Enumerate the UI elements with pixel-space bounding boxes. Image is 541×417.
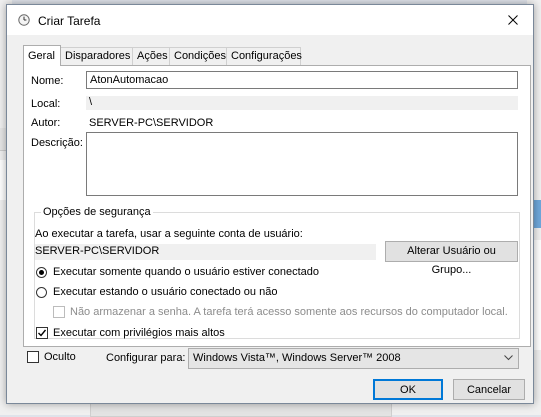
security-group-title: Opções de segurança xyxy=(41,206,153,218)
close-icon xyxy=(508,15,518,25)
location-value-field: \ xyxy=(86,96,518,110)
description-textarea[interactable] xyxy=(86,132,518,196)
no-store-password-label: Não armazenar a senha. A tarefa terá ace… xyxy=(70,306,508,318)
create-task-dialog: Criar Tarefa Geral Disparadores Ações Co… xyxy=(6,4,534,404)
title-bar: Criar Tarefa xyxy=(7,5,533,35)
account-prompt: Ao executar a tarefa, usar a seguinte co… xyxy=(35,228,303,240)
ok-button[interactable]: OK xyxy=(373,379,443,400)
account-value-field: SERVER-PC\SERVIDOR xyxy=(35,244,376,260)
run-any-radio[interactable] xyxy=(36,287,47,298)
tab-condicoes[interactable]: Condições xyxy=(169,47,227,65)
configure-for-label: Configurar para: xyxy=(106,352,186,364)
location-value: \ xyxy=(89,96,93,108)
highest-privileges-label[interactable]: Executar com privilégios mais altos xyxy=(53,327,225,339)
tab-acoes[interactable]: Ações xyxy=(132,47,170,65)
highest-privileges-checkbox[interactable] xyxy=(36,327,48,339)
tab-configuracoes[interactable]: Configurações xyxy=(226,47,302,65)
tab-disparadores[interactable]: Disparadores xyxy=(60,47,133,65)
cancel-button[interactable]: Cancelar xyxy=(453,379,525,400)
hidden-label[interactable]: Oculto xyxy=(44,351,76,363)
change-user-button[interactable]: Alterar Usuário ou Grupo... xyxy=(385,241,518,276)
account-value: SERVER-PC\SERVIDOR xyxy=(35,245,160,257)
dialog-title: Criar Tarefa xyxy=(38,14,101,28)
configure-for-value: Windows Vista™, Windows Server™ 2008 xyxy=(193,352,401,364)
configure-for-dropdown[interactable]: Windows Vista™, Windows Server™ 2008 xyxy=(188,348,519,369)
clock-icon xyxy=(18,14,30,26)
author-value: SERVER-PC\SERVIDOR xyxy=(89,117,214,129)
description-label: Descrição: xyxy=(31,137,83,149)
name-input[interactable]: AtonAutomacao xyxy=(86,71,518,89)
checkmark-icon xyxy=(38,329,46,337)
run-logged-on-radio[interactable] xyxy=(36,267,47,278)
location-label: Local: xyxy=(31,98,61,110)
run-any-label[interactable]: Executar estando o usuário conectado ou … xyxy=(53,286,277,298)
run-logged-on-label[interactable]: Executar somente quando o usuário estive… xyxy=(53,266,319,278)
general-tab-panel: Nome: AtonAutomacao Local: \ Autor: SERV… xyxy=(23,65,531,347)
chevron-down-icon xyxy=(504,355,513,361)
close-button[interactable] xyxy=(493,5,533,35)
name-label: Nome: xyxy=(31,75,64,87)
security-options-group: Opções de segurança Ao executar a tarefa… xyxy=(34,206,520,339)
no-store-password-checkbox[interactable] xyxy=(53,306,65,318)
author-label: Autor: xyxy=(31,117,61,129)
hidden-checkbox[interactable] xyxy=(27,351,39,363)
tab-geral[interactable]: Geral xyxy=(23,45,61,66)
